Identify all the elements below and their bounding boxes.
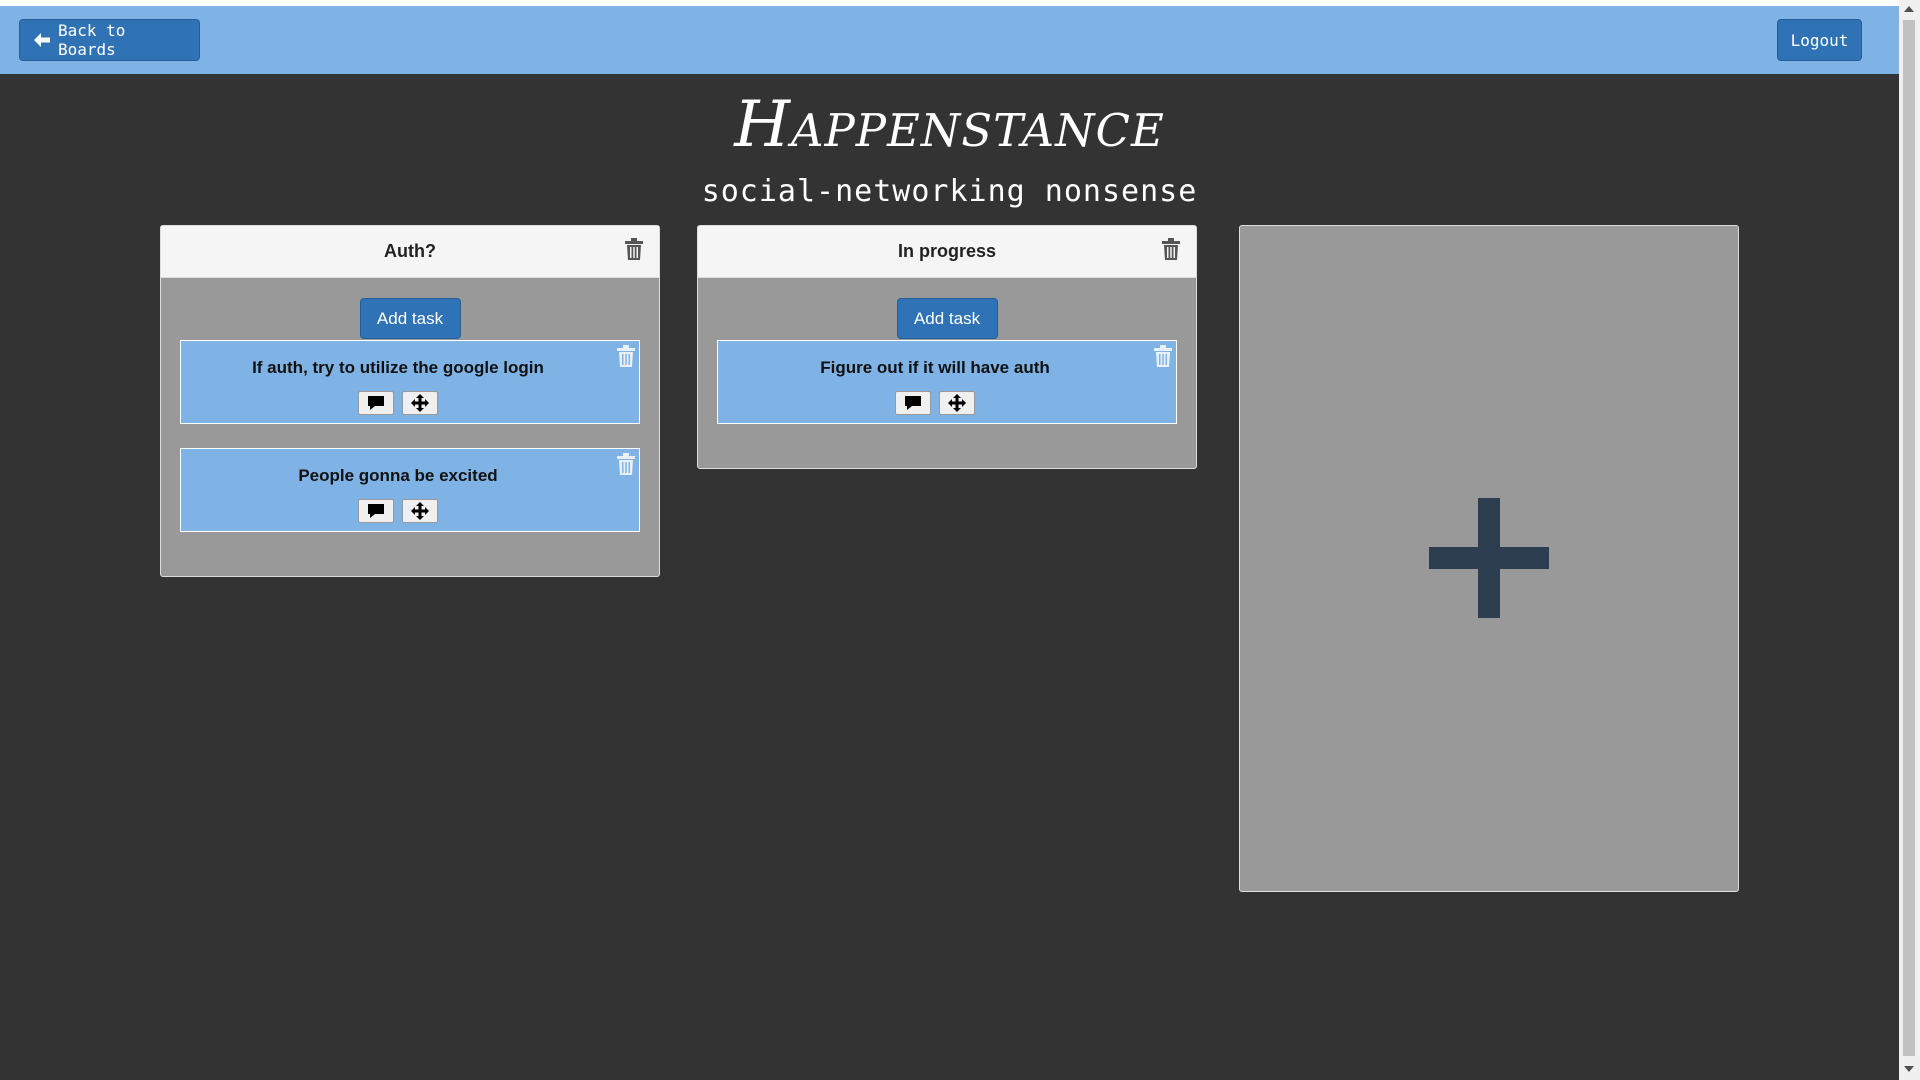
scroll-down-arrow-icon[interactable] xyxy=(1904,1066,1914,1072)
move-button[interactable] xyxy=(402,391,439,415)
arrow-left-icon xyxy=(34,33,50,47)
task-title: If auth, try to utilize the google login xyxy=(252,358,544,377)
list-auth: Auth? Add task If auth, try to utilize t… xyxy=(160,225,660,577)
list-title: Auth? xyxy=(384,241,436,261)
task-actions xyxy=(181,391,639,415)
move-icon xyxy=(948,394,967,412)
back-to-boards-label: Back to Boards xyxy=(58,21,126,59)
board-page: Back to Boards Logout Happenstance socia… xyxy=(0,0,1920,1080)
back-to-boards-button[interactable]: Back to Boards xyxy=(19,19,200,61)
page-title: Happenstance xyxy=(734,88,1165,162)
comment-icon xyxy=(367,396,384,410)
task-title: People gonna be excited xyxy=(298,466,498,485)
move-icon xyxy=(411,394,430,412)
page-subtitle: social-networking nonsense xyxy=(701,174,1198,209)
comment-button[interactable] xyxy=(357,499,394,523)
plus-icon xyxy=(1429,498,1549,623)
logout-button[interactable]: Logout xyxy=(1777,19,1862,61)
add-task-button[interactable]: Add task xyxy=(359,298,461,339)
task-card[interactable]: People gonna be excited xyxy=(180,448,640,532)
comment-icon xyxy=(367,504,384,518)
trash-icon[interactable] xyxy=(1154,345,1172,367)
list-in-progress: In progress Add task Figure out if it wi… xyxy=(697,225,1197,469)
trash-icon[interactable] xyxy=(617,453,635,475)
comment-button[interactable] xyxy=(894,391,931,415)
navbar: Back to Boards Logout xyxy=(0,6,1899,74)
task-title: Figure out if it will have auth xyxy=(820,358,1050,377)
task-card[interactable]: Figure out if it will have auth xyxy=(717,340,1177,424)
move-button[interactable] xyxy=(939,391,976,415)
move-button[interactable] xyxy=(402,499,439,523)
scroll-thumb[interactable] xyxy=(1903,20,1915,1056)
scrollbar[interactable] xyxy=(1899,0,1920,1080)
trash-icon[interactable] xyxy=(625,238,643,260)
task-card[interactable]: If auth, try to utilize the google login xyxy=(180,340,640,424)
task-actions xyxy=(718,391,1176,415)
list-header: Auth? xyxy=(161,226,659,278)
list-title: In progress xyxy=(897,241,997,261)
add-list-button[interactable] xyxy=(1239,225,1739,892)
list-header: In progress xyxy=(698,226,1196,278)
trash-icon[interactable] xyxy=(1162,238,1180,260)
comment-button[interactable] xyxy=(357,391,394,415)
trash-icon[interactable] xyxy=(617,345,635,367)
scroll-up-arrow-icon[interactable] xyxy=(1904,6,1914,12)
comment-icon xyxy=(904,396,921,410)
add-task-button[interactable]: Add task xyxy=(896,298,998,339)
task-actions xyxy=(181,499,639,523)
move-icon xyxy=(411,502,430,520)
